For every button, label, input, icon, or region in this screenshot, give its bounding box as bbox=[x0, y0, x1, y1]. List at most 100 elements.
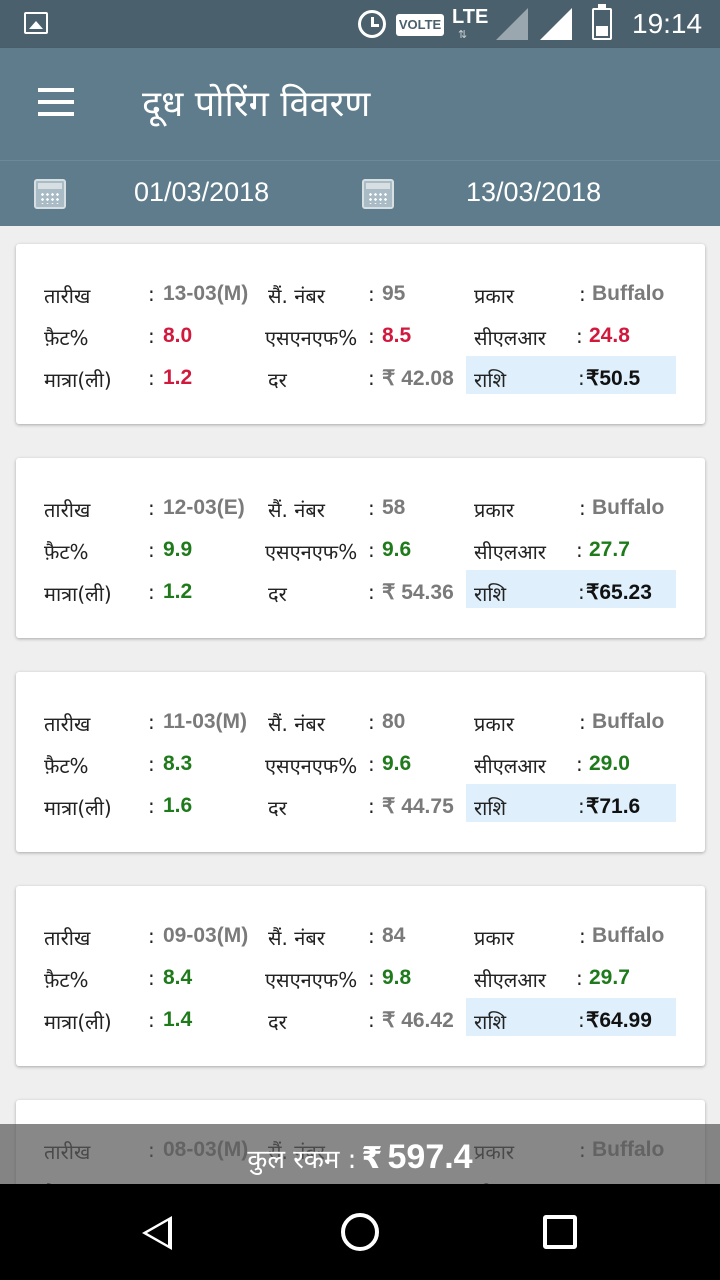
clr-value: 29.0 bbox=[589, 752, 630, 775]
separator: : bbox=[148, 710, 155, 734]
separator: : bbox=[148, 924, 155, 948]
calendar-icon-from[interactable] bbox=[34, 179, 66, 209]
clr-value: 27.7 bbox=[589, 538, 630, 561]
separator: : bbox=[368, 752, 375, 776]
rupee-symbol: ₹ bbox=[361, 1141, 383, 1176]
calendar-icon-to[interactable] bbox=[362, 179, 394, 209]
record-card[interactable]: तारीख : 11-03(M) सैं. नंबर : 80 प्रकार :… bbox=[16, 672, 705, 852]
record-card[interactable]: तारीख : 09-03(M) सैं. नंबर : 84 प्रकार :… bbox=[16, 886, 705, 1066]
snf-value: 8.5 bbox=[382, 324, 412, 347]
separator: : bbox=[368, 324, 375, 348]
date-range-bar: 01/03/2018 13/03/2018 bbox=[0, 160, 720, 226]
clr-label: सीएलआर bbox=[474, 326, 546, 350]
snf-value: 9.8 bbox=[382, 966, 412, 989]
rate-label: दर bbox=[268, 582, 287, 606]
separator: : bbox=[368, 282, 375, 306]
back-icon[interactable] bbox=[142, 1216, 172, 1250]
record-date: 13-03(M) bbox=[163, 282, 249, 305]
separator: : bbox=[148, 1008, 155, 1032]
hamburger-icon[interactable] bbox=[34, 86, 76, 118]
total-label: कुल रकम : bbox=[247, 1145, 357, 1175]
battery-icon bbox=[592, 4, 612, 40]
separator: : bbox=[148, 282, 155, 306]
clr-label: सीएलआर bbox=[474, 754, 546, 778]
member-no-label: सैं. नंबर bbox=[268, 498, 325, 522]
separator: : bbox=[368, 580, 375, 604]
member-no: 95 bbox=[382, 282, 406, 305]
to-date[interactable]: 13/03/2018 bbox=[466, 177, 601, 208]
milk-type: Buffalo bbox=[592, 710, 665, 733]
qty-value: 1.6 bbox=[163, 794, 193, 817]
qty-label: मात्रा(ली) bbox=[44, 796, 112, 820]
snf-label: एसएनएफ% bbox=[265, 754, 358, 778]
home-icon[interactable] bbox=[341, 1213, 379, 1251]
separator: : bbox=[148, 324, 155, 348]
amount-label: राशि bbox=[474, 796, 507, 820]
fat-label: फ़ैट% bbox=[44, 754, 89, 778]
snf-label: एसएनएफ% bbox=[265, 968, 358, 992]
separator: : bbox=[148, 794, 155, 818]
separator: : bbox=[579, 496, 586, 520]
qty-label: मात्रा(ली) bbox=[44, 582, 112, 606]
separator: : bbox=[368, 710, 375, 734]
status-bar: VOLTE LTE ⇅ 19:14 bbox=[0, 0, 720, 48]
signal-icon-sim1 bbox=[496, 8, 528, 40]
milk-type: Buffalo bbox=[592, 282, 665, 305]
lte-label: LTE bbox=[452, 6, 489, 28]
amount-value: ₹50.5 bbox=[586, 367, 641, 390]
gallery-icon bbox=[24, 12, 48, 34]
amount-label: राशि bbox=[474, 368, 507, 392]
separator: : bbox=[368, 366, 375, 390]
type-label: प्रकार bbox=[474, 712, 515, 736]
separator: : bbox=[578, 366, 585, 390]
snf-value: 9.6 bbox=[382, 538, 412, 561]
amount-value: ₹71.6 bbox=[586, 795, 641, 818]
record-card[interactable]: तारीख : 13-03(M) सैं. नंबर : 95 प्रकार :… bbox=[16, 244, 705, 424]
member-no: 84 bbox=[382, 924, 406, 947]
record-card[interactable]: तारीख : 12-03(E) सैं. नंबर : 58 प्रकार :… bbox=[16, 458, 705, 638]
separator: : bbox=[578, 580, 585, 604]
clr-value: 24.8 bbox=[589, 324, 630, 347]
fat-label: फ़ैट% bbox=[44, 540, 89, 564]
clr-value: 29.7 bbox=[589, 966, 630, 989]
separator: : bbox=[148, 366, 155, 390]
rate-label: दर bbox=[268, 368, 287, 392]
separator: : bbox=[148, 752, 155, 776]
data-arrows-icon: ⇅ bbox=[458, 28, 470, 41]
qty-value: 1.2 bbox=[163, 366, 193, 389]
snf-label: एसएनएफ% bbox=[265, 326, 358, 350]
date-label: तारीख bbox=[44, 284, 91, 308]
separator: : bbox=[368, 538, 375, 562]
from-date[interactable]: 01/03/2018 bbox=[134, 177, 269, 208]
rate-value: ₹ 44.75 bbox=[382, 795, 454, 818]
total-amount-bar: कुल रकम : ₹ 597.4 bbox=[0, 1124, 720, 1184]
qty-value: 1.2 bbox=[163, 580, 193, 603]
fat-label: फ़ैट% bbox=[44, 326, 89, 350]
amount-label: राशि bbox=[474, 582, 507, 606]
volte-badge: VOLTE bbox=[396, 14, 444, 36]
separator: : bbox=[148, 538, 155, 562]
amount-label: राशि bbox=[474, 1010, 507, 1034]
rate-label: दर bbox=[268, 1010, 287, 1034]
snf-label: एसएनएफ% bbox=[265, 540, 358, 564]
separator: : bbox=[368, 794, 375, 818]
status-time: 19:14 bbox=[632, 8, 703, 39]
separator: : bbox=[576, 324, 583, 348]
rate-value: ₹ 42.08 bbox=[382, 367, 454, 390]
separator: : bbox=[578, 1008, 585, 1032]
navigation-bar bbox=[0, 1184, 720, 1280]
clr-label: सीएलआर bbox=[474, 968, 546, 992]
type-label: प्रकार bbox=[474, 498, 515, 522]
type-label: प्रकार bbox=[474, 284, 515, 308]
recents-icon[interactable] bbox=[543, 1215, 577, 1249]
fat-value: 9.9 bbox=[163, 538, 193, 561]
separator: : bbox=[368, 924, 375, 948]
fat-value: 8.0 bbox=[163, 324, 193, 347]
separator: : bbox=[579, 710, 586, 734]
rate-value: ₹ 46.42 bbox=[382, 1009, 454, 1032]
record-date: 12-03(E) bbox=[163, 496, 245, 519]
rate-label: दर bbox=[268, 796, 287, 820]
qty-value: 1.4 bbox=[163, 1008, 193, 1031]
app-bar: दूध पोरिंग विवरण bbox=[0, 48, 720, 160]
separator: : bbox=[368, 496, 375, 520]
